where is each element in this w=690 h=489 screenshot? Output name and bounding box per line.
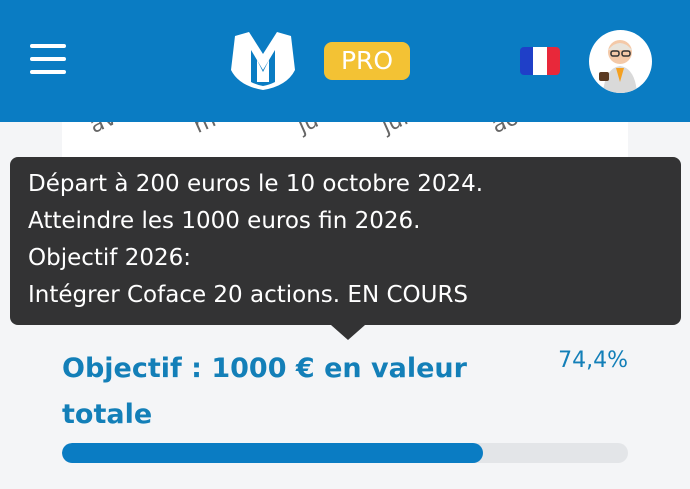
- tooltip-line: Atteindre les 1000 euros fin 2026.: [28, 208, 421, 234]
- x-axis-label: m: [190, 122, 220, 139]
- tooltip-line: Départ à 200 euros le 10 octobre 2024.: [28, 171, 484, 197]
- tooltip-line: Intégrer Coface 20 actions. EN COURS: [28, 282, 469, 308]
- chart-card: av m ju juille ao: [62, 122, 628, 158]
- progress-fill: [62, 443, 484, 463]
- tooltip-line: Objectif 2026:: [28, 245, 191, 271]
- x-axis-label: ju: [294, 122, 323, 139]
- france-flag-icon[interactable]: [520, 47, 560, 75]
- objective-tooltip: Départ à 200 euros le 10 octobre 2024. A…: [10, 157, 681, 325]
- objective-percent: 74,4%: [558, 348, 628, 373]
- user-avatar[interactable]: [589, 30, 652, 93]
- x-axis-label: ao: [488, 122, 523, 139]
- app-logo[interactable]: [229, 30, 297, 92]
- menu-icon[interactable]: [30, 44, 66, 76]
- objective-progress-bar: [62, 443, 628, 463]
- pro-badge: PRO: [324, 42, 410, 80]
- x-axis-label: av: [86, 122, 121, 139]
- objective-title: Objectif : 1000 € en valeur totale: [62, 353, 467, 430]
- x-axis-label: juille: [378, 122, 436, 139]
- top-navigation-bar: PRO: [0, 0, 690, 122]
- avatar-illustration: [599, 40, 637, 93]
- tooltip-pointer: [331, 325, 365, 340]
